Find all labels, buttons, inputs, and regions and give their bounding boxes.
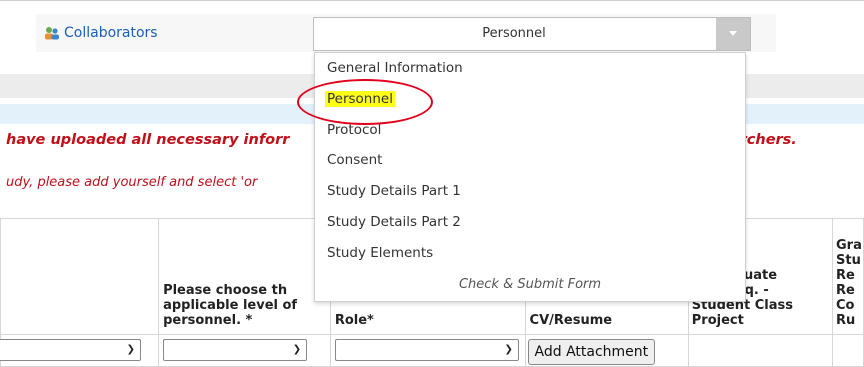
section-select[interactable]: Personnel xyxy=(313,17,751,51)
header-cell-level: Please choose th applicable level of per… xyxy=(158,218,331,335)
cv-header: CV/Resume xyxy=(529,313,613,328)
collaborators-icon xyxy=(45,27,59,40)
add-attachment-button[interactable]: Add Attachment xyxy=(527,339,656,365)
name-cell: ❯ xyxy=(0,334,160,367)
role-select[interactable]: ❯ xyxy=(334,339,519,361)
chevron-down-icon: ❯ xyxy=(292,344,302,355)
chevron-down-icon: ❯ xyxy=(126,344,135,355)
grad-header-line: Gra xyxy=(836,238,862,253)
undergrad-cell xyxy=(687,334,834,367)
grad-header-line: Re xyxy=(836,268,855,283)
grad-cell xyxy=(832,334,864,367)
grad-header-line: Ru xyxy=(836,313,856,328)
header-cell-grad: Gra Stu Re Re Co Ru xyxy=(832,218,864,335)
add-yourself-note: udy, please add yourself and select 'or xyxy=(6,175,258,190)
level-header-line: personnel. * xyxy=(163,313,253,328)
undergrad-header-line: Project xyxy=(691,313,744,328)
table-row: ❯ ❯ ❯ Add Attachment xyxy=(0,334,864,367)
collaborators-link[interactable]: Collaborators xyxy=(64,25,158,41)
level-cell: ❯ xyxy=(158,334,331,367)
level-header-line: Please choose th xyxy=(163,283,288,298)
chevron-down-icon: ❯ xyxy=(504,344,513,355)
menu-item-study-details-1[interactable]: Study Details Part 1 xyxy=(327,183,461,199)
grad-header-line: Re xyxy=(836,283,855,298)
level-select[interactable]: ❯ xyxy=(163,339,308,361)
menu-footer-check-submit[interactable]: Check & Submit Form xyxy=(315,277,745,292)
level-header-line: applicable level of xyxy=(163,298,298,313)
highlight-circle xyxy=(297,79,433,125)
menu-item-study-elements[interactable]: Study Elements xyxy=(327,245,433,261)
chevron-down-icon[interactable] xyxy=(716,18,750,50)
menu-item-study-details-2[interactable]: Study Details Part 2 xyxy=(327,214,461,230)
name-select[interactable]: ❯ xyxy=(0,339,141,361)
top-divider xyxy=(0,0,864,1)
section-select-value: Personnel xyxy=(482,26,546,41)
role-header: Role* xyxy=(334,313,374,328)
header-cell-blank xyxy=(0,218,160,335)
grad-header-line: Co xyxy=(836,298,855,313)
grad-header-line: Stu xyxy=(836,253,861,268)
upload-warning: have uploaded all necessary inforr xyxy=(6,132,290,148)
menu-item-general-information[interactable]: General Information xyxy=(327,60,463,76)
cv-cell: Add Attachment xyxy=(524,334,689,367)
role-cell: ❯ xyxy=(329,334,526,367)
menu-item-consent[interactable]: Consent xyxy=(327,152,382,168)
